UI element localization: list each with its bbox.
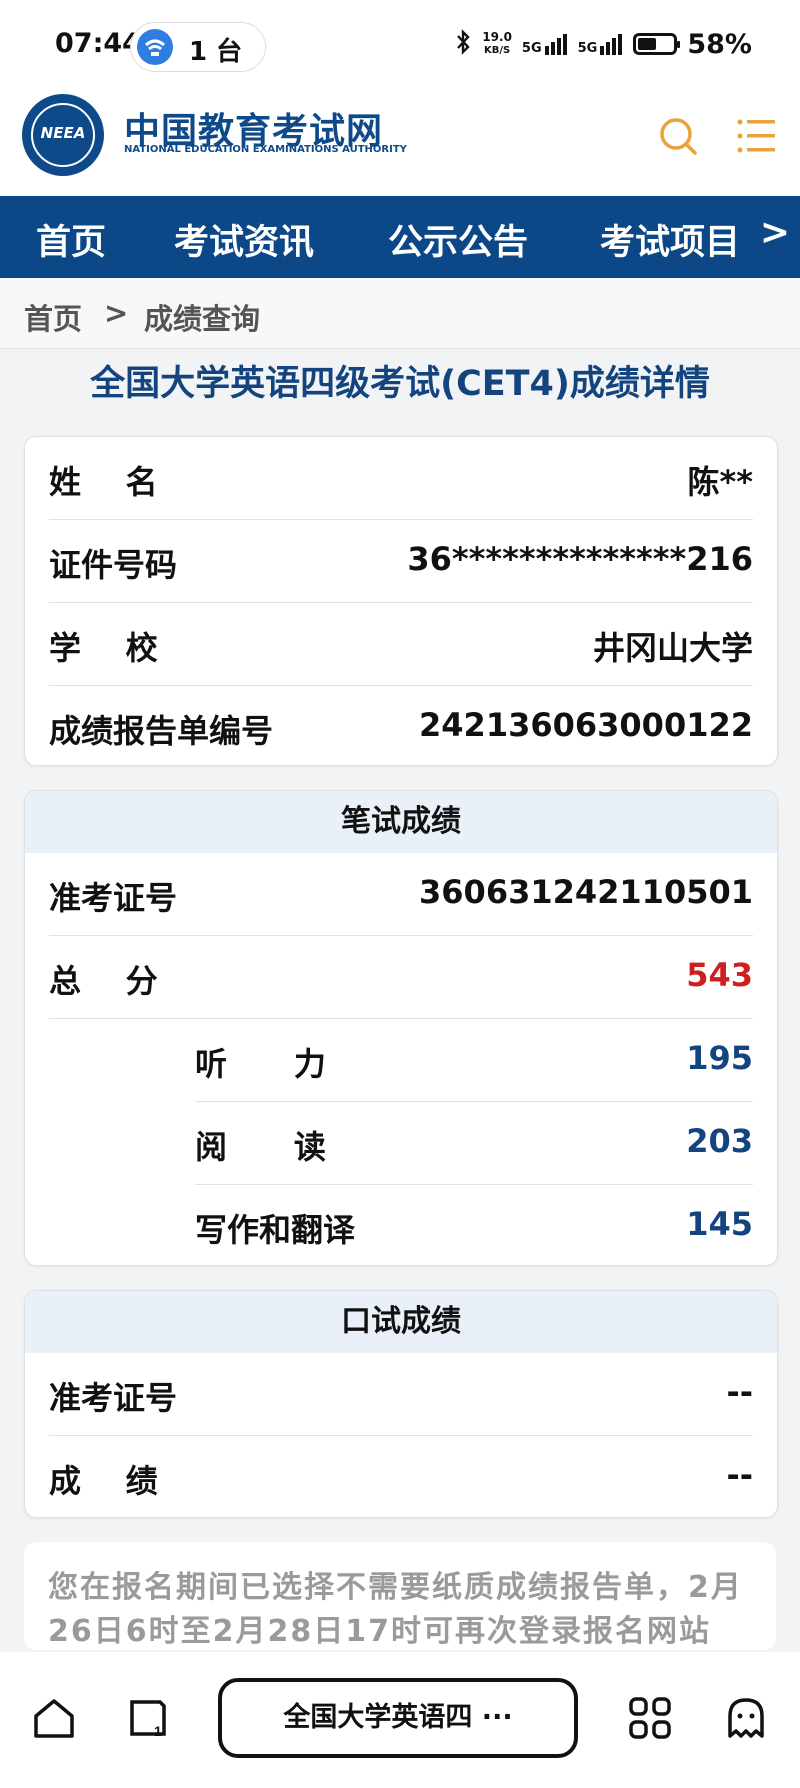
- written-admission-label: 准考证号: [49, 879, 178, 917]
- info-row-name: 姓 名 陈**: [49, 437, 753, 520]
- logo-letters: NEEA: [40, 124, 86, 142]
- notice-line-1: 您在报名期间已选择不需要纸质成绩报告单，2月: [48, 1570, 743, 1605]
- profile-ghost-icon[interactable]: [724, 1696, 768, 1740]
- page-title: 全国大学英语四级考试(CET4)成绩详情: [90, 364, 710, 404]
- status-icons: 19.0 KB/S 5G 5G 58%: [454, 26, 752, 62]
- device-pill[interactable]: 1 台: [130, 22, 266, 72]
- main-nav: 首页 考试资讯 公示公告 考试项目 >: [0, 196, 800, 278]
- status-bar: 07:44 1 台 19.0 KB/S 5G 5G 58%: [0, 0, 800, 80]
- nav-exam-projects[interactable]: 考试项目: [600, 214, 740, 265]
- bluetooth-icon: [454, 29, 472, 59]
- nav-announcements[interactable]: 公示公告: [388, 214, 528, 265]
- oral-score-value: --: [726, 1456, 753, 1494]
- total-score-label: 总 分: [49, 962, 158, 1000]
- battery-level: [638, 38, 657, 50]
- info-row-id: 证件号码 36**************216: [49, 520, 753, 603]
- status-time: 07:44: [55, 28, 141, 59]
- breadcrumb-home[interactable]: 首页: [24, 296, 82, 338]
- notice-line-2: 26日6时至2月28日17时可再次登录报名网站: [48, 1614, 711, 1649]
- signal-label-2: 5G: [577, 41, 598, 56]
- id-value: 36**************216: [407, 540, 753, 578]
- total-score-row: 总 分 543: [49, 936, 753, 1019]
- tabs-icon[interactable]: 1: [126, 1696, 170, 1740]
- written-score-card: 笔试成绩 准考证号 360631242110501 总 分 543 听 力 19…: [24, 790, 778, 1266]
- listening-row: 听 力 195: [195, 1019, 753, 1102]
- breadcrumb-separator: >: [104, 296, 129, 330]
- notice-box: 您在报名期间已选择不需要纸质成绩报告单，2月 26日6时至2月28日17时可再次登…: [24, 1542, 776, 1650]
- listening-value: 195: [686, 1039, 753, 1077]
- report-no-label: 成绩报告单编号: [49, 712, 274, 750]
- net-speed: 19.0 KB/S: [482, 31, 512, 57]
- signal-icon-2: 5G: [578, 32, 624, 56]
- breadcrumb: 首页 > 成绩查询: [0, 278, 800, 349]
- hotspot-icon: [137, 29, 173, 65]
- oral-score-row: 成 绩 --: [49, 1436, 753, 1517]
- oral-admission-row: 准考证号 --: [49, 1353, 753, 1436]
- report-no-value: 242136063000122: [419, 706, 753, 744]
- nav-home[interactable]: 首页: [36, 214, 106, 265]
- site-name-en: NATIONAL EDUCATION EXAMINATIONS AUTHORIT…: [124, 144, 407, 155]
- oral-admission-label: 准考证号: [49, 1379, 178, 1417]
- info-row-school: 学 校 井冈山大学: [49, 603, 753, 686]
- battery-percent: 58%: [687, 28, 752, 60]
- signal-icon-1: 5G: [522, 32, 568, 56]
- writing-translation-label: 写作和翻译: [195, 1211, 356, 1249]
- listening-label: 听 力: [195, 1045, 326, 1083]
- info-row-report-no: 成绩报告单编号 242136063000122: [49, 686, 753, 765]
- reading-value: 203: [686, 1122, 753, 1160]
- name-label: 姓 名: [49, 463, 158, 501]
- reading-label: 阅 读: [195, 1128, 326, 1166]
- apps-grid-icon[interactable]: [628, 1696, 672, 1740]
- net-speed-value: 19.0: [482, 30, 512, 44]
- notice-text: 您在报名期间已选择不需要纸质成绩报告单，2月 26日6时至2月28日17时可再次登…: [24, 1542, 776, 1650]
- written-admission-row: 准考证号 360631242110501: [49, 853, 753, 936]
- name-value: 陈**: [687, 463, 753, 501]
- neea-logo[interactable]: NEEA: [22, 94, 104, 176]
- svg-text:1: 1: [154, 1723, 162, 1739]
- signal-label-1: 5G: [521, 41, 542, 56]
- id-label: 证件号码: [49, 546, 178, 584]
- written-score-title: 笔试成绩: [25, 791, 777, 853]
- nav-more-arrow[interactable]: >: [760, 212, 790, 253]
- search-icon[interactable]: [658, 116, 698, 156]
- current-tab-title[interactable]: 全国大学英语四 ···: [218, 1678, 578, 1758]
- reading-row: 阅 读 203: [195, 1102, 753, 1185]
- battery-icon: [633, 33, 681, 55]
- total-score-value: 543: [686, 956, 753, 994]
- net-speed-unit: KB/S: [484, 45, 511, 56]
- oral-admission-value: --: [726, 1373, 753, 1411]
- school-value: 井冈山大学: [592, 629, 753, 667]
- oral-score-label: 成 绩: [49, 1462, 158, 1500]
- oral-score-card: 口试成绩 准考证号 -- 成 绩 --: [24, 1290, 778, 1518]
- personal-info-card: 姓 名 陈** 证件号码 36**************216 学 校 井冈山…: [24, 436, 778, 766]
- writing-translation-value: 145: [686, 1205, 753, 1243]
- oral-score-title: 口试成绩: [25, 1291, 777, 1353]
- browser-bottom-bar: 1 全国大学英语四 ···: [0, 1652, 800, 1788]
- breadcrumb-current: 成绩查询: [144, 302, 261, 336]
- written-admission-value: 360631242110501: [419, 873, 753, 911]
- school-label: 学 校: [49, 629, 158, 667]
- site-header: NEEA 中国教育考试网 NATIONAL EDUCATION EXAMINAT…: [0, 80, 800, 196]
- home-icon[interactable]: [32, 1696, 76, 1740]
- writing-translation-row: 写作和翻译 145: [195, 1185, 753, 1265]
- device-count: 1 台: [189, 37, 243, 67]
- menu-icon[interactable]: [736, 116, 776, 156]
- nav-exam-news[interactable]: 考试资讯: [174, 214, 314, 265]
